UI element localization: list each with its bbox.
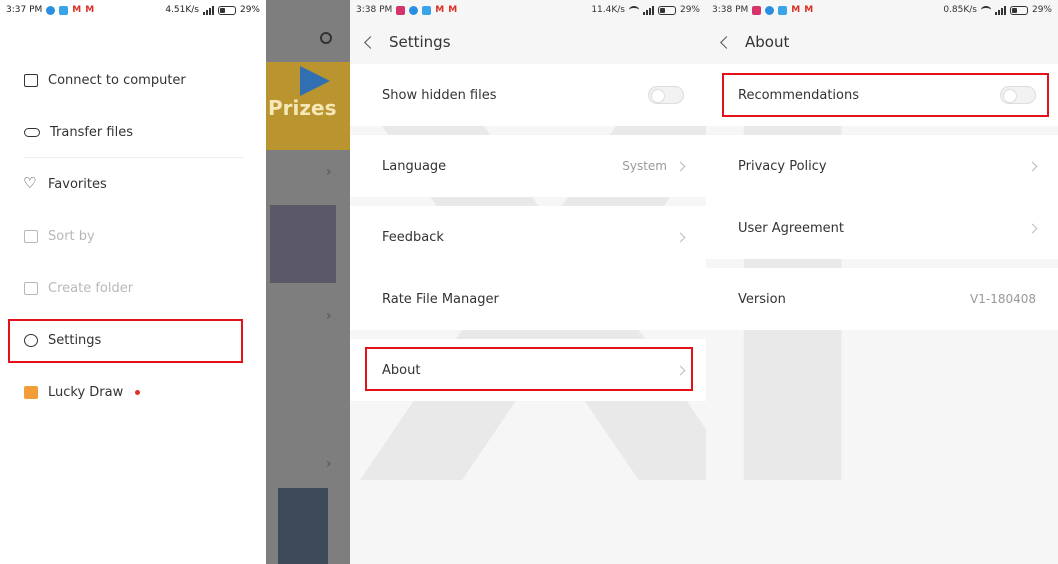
- back-icon[interactable]: [364, 35, 377, 49]
- page-title: Settings: [389, 33, 451, 51]
- network-speed: 0.85K/s: [943, 5, 977, 15]
- background-thumbnail: [278, 488, 328, 564]
- gift-icon: [24, 386, 38, 399]
- instagram-icon: [752, 5, 762, 15]
- signal-icon: [994, 5, 1006, 15]
- status-bar: 3:37 PM M M 4.51K/s 29%: [0, 0, 266, 20]
- setting-feedback[interactable]: Feedback: [350, 206, 706, 268]
- setting-label: Language: [382, 158, 447, 174]
- instagram-icon: [396, 5, 406, 15]
- menu-item-label: Favorites: [48, 177, 107, 192]
- chevron-right-icon: [675, 161, 686, 171]
- menu-item-connect-to-computer[interactable]: Connect to computer: [24, 73, 186, 88]
- notification-icon: [409, 5, 419, 15]
- folder-icon: [24, 282, 38, 295]
- notification-icon: [778, 5, 788, 15]
- gmail-icon: M: [85, 5, 95, 15]
- chevron-right-icon: [1027, 223, 1038, 233]
- status-time: 3:38 PM: [356, 5, 393, 15]
- battery-icon: [657, 5, 676, 15]
- file-manager-drawer-screen: Prizes › › › 3:37 PM M M 4.51K/s 29% Con…: [0, 0, 350, 564]
- sort-icon: [24, 230, 38, 243]
- menu-item-label: Lucky Draw: [48, 385, 124, 400]
- setting-value: System: [622, 159, 667, 173]
- battery-icon: [217, 5, 236, 15]
- setting-label: Privacy Policy: [738, 158, 827, 174]
- status-bar: 3:38 PM M M 11.4K/s 29%: [350, 0, 706, 20]
- gmail-icon: M: [72, 5, 82, 15]
- signal-icon: [642, 5, 654, 15]
- back-icon[interactable]: [720, 35, 733, 49]
- background-banner-text: Prizes: [268, 96, 337, 120]
- setting-version: Version V1-180408: [706, 268, 1058, 330]
- menu-item-favorites[interactable]: Favorites: [23, 174, 107, 192]
- menu-item-sort-by[interactable]: Sort by: [24, 229, 95, 244]
- wifi-icon: [980, 6, 991, 14]
- menu-item-label: Connect to computer: [48, 73, 186, 88]
- gmail-icon: M: [448, 5, 458, 15]
- monitor-icon: [24, 74, 38, 87]
- battery-icon: [1009, 5, 1028, 15]
- menu-item-create-folder[interactable]: Create folder: [24, 281, 133, 296]
- highlight-box: [8, 319, 243, 363]
- notification-badge: [135, 390, 141, 395]
- link-icon: [24, 128, 40, 137]
- notification-icon: [46, 5, 56, 15]
- status-time: 3:37 PM: [6, 5, 43, 15]
- network-speed: 4.51K/s: [165, 5, 199, 15]
- settings-screen: X 3:38 PM M M 11.4K/s 29% Settings Show …: [350, 0, 706, 564]
- notification-icon: [59, 5, 69, 15]
- menu-item-label: Sort by: [48, 229, 95, 244]
- show-hidden-files-toggle[interactable]: [648, 86, 684, 104]
- gmail-icon: M: [804, 5, 814, 15]
- chevron-right-icon: [1027, 161, 1038, 171]
- background-thumbnail: [270, 205, 336, 283]
- chevron-right-icon: ›: [326, 164, 332, 180]
- battery-percent: 29%: [1031, 5, 1052, 15]
- setting-user-agreement[interactable]: User Agreement: [706, 197, 1058, 259]
- status-bar: 3:38 PM M M 0.85K/s 29%: [706, 0, 1058, 20]
- setting-show-hidden-files[interactable]: Show hidden files: [350, 64, 706, 126]
- menu-item-label: Transfer files: [50, 125, 133, 140]
- highlight-box: [365, 347, 693, 391]
- notification-icon: [765, 5, 775, 15]
- setting-language[interactable]: Language System: [350, 135, 706, 197]
- version-value: V1-180408: [970, 292, 1036, 306]
- setting-label: Show hidden files: [382, 87, 497, 103]
- chevron-right-icon: [675, 232, 686, 242]
- setting-label: Rate File Manager: [382, 291, 499, 307]
- heart-icon: [23, 174, 38, 192]
- notification-icon: [422, 5, 432, 15]
- status-time: 3:38 PM: [712, 5, 749, 15]
- play-icon: [300, 66, 330, 96]
- about-screen: I 3:38 PM M M 0.85K/s 29% About Recommen…: [706, 0, 1058, 564]
- network-speed: 11.4K/s: [591, 5, 625, 15]
- menu-item-label: Create folder: [48, 281, 134, 296]
- setting-privacy-policy[interactable]: Privacy Policy: [706, 135, 1058, 197]
- setting-label: User Agreement: [738, 220, 844, 236]
- gmail-icon: M: [791, 5, 801, 15]
- battery-percent: 29%: [239, 5, 260, 15]
- setting-label: Version: [738, 291, 786, 307]
- signal-icon: [202, 5, 214, 15]
- divider: [24, 157, 244, 158]
- chevron-right-icon: ›: [326, 456, 332, 472]
- highlight-box: [722, 73, 1049, 117]
- page-title: About: [745, 33, 790, 51]
- setting-rate-file-manager[interactable]: Rate File Manager: [350, 268, 706, 330]
- gmail-icon: M: [435, 5, 445, 15]
- menu-item-lucky-draw[interactable]: Lucky Draw: [24, 385, 141, 400]
- battery-percent: 29%: [679, 5, 700, 15]
- chevron-right-icon: ›: [326, 308, 332, 324]
- app-header: About: [706, 20, 1058, 64]
- navigation-drawer: 3:37 PM M M 4.51K/s 29% Connect to compu…: [0, 0, 266, 564]
- search-icon: [320, 32, 332, 44]
- menu-item-transfer-files[interactable]: Transfer files: [24, 125, 133, 140]
- app-header: Settings: [350, 20, 706, 64]
- wifi-icon: [628, 6, 639, 14]
- setting-label: Feedback: [382, 229, 444, 245]
